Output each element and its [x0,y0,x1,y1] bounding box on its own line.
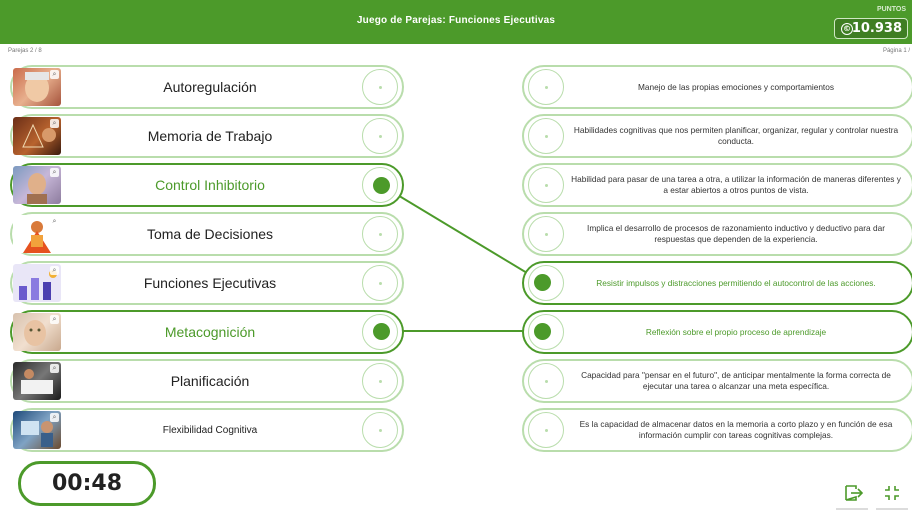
exit-icon [845,485,864,501]
definition-text: Es la capacidad de almacenar datos en la… [579,419,893,440]
concept-card-planificacion[interactable]: ⌕ Planificación [10,359,404,403]
definition-text: Reflexión sobre el propio proceso de apr… [645,326,827,337]
definition-text: Habilidades cognitivas que nos permiten … [573,125,899,146]
connector-dot-definition-5[interactable] [534,274,551,291]
zoom-icon[interactable]: ⌕ [50,266,59,275]
zoom-icon[interactable]: ⌕ [50,315,59,324]
definition-text: Resistir impulsos y distracciones permit… [596,277,876,288]
points-label: PUNTOS [876,6,906,13]
concept-card-metacognicion[interactable]: ⌕ Metacognición [10,310,404,354]
connector-knob[interactable] [528,216,564,252]
connector-dot-control-inhibitorio[interactable] [373,177,390,194]
collapse-button[interactable] [876,478,908,510]
definition-card-6[interactable]: Reflexión sobre el propio proceso de apr… [522,310,912,354]
concept-card-memoria-de-trabajo[interactable]: ⌕ Memoria de Trabajo [10,114,404,158]
concept-card-toma-de-decisiones[interactable]: ⌕ Toma de Decisiones [10,212,404,256]
points-badge: © 10.938 [834,18,908,39]
collapse-icon [885,486,899,500]
concept-card-control-inhibitorio[interactable]: ⌕ Control Inhibitorio [10,163,404,207]
connector-knob[interactable] [362,412,398,448]
header-bar: Juego de Parejas: Funciones Ejecutivas P… [0,0,912,44]
game-title: Juego de Parejas: Funciones Ejecutivas [356,15,556,26]
concept-image[interactable]: ⌕ [13,68,61,106]
concept-card-funciones-ejecutivas[interactable]: ⌕ Funciones Ejecutivas [10,261,404,305]
concept-label: Planificación [170,373,250,389]
concept-image[interactable]: ⌕ [13,411,61,449]
zoom-icon[interactable]: ⌕ [50,168,59,177]
definition-card-3[interactable]: Habilidad para pasar de una tarea a otra… [522,163,912,207]
definition-card-4[interactable]: Implica el desarrollo de procesos de raz… [522,212,912,256]
connector-knob[interactable] [528,69,564,105]
definition-card-1[interactable]: Manejo de las propias emociones y compor… [522,65,912,109]
connector-dot-definition-6[interactable] [534,323,551,340]
concept-label: Memoria de Trabajo [147,128,273,144]
zoom-icon[interactable]: ⌕ [50,413,59,422]
definition-card-5[interactable]: Resistir impulsos y distracciones permit… [522,261,912,305]
countdown-timer: 00:48 [18,461,156,506]
connector-knob[interactable] [362,118,398,154]
connector-knob[interactable] [362,216,398,252]
zoom-icon[interactable]: ⌕ [50,364,59,373]
points-value: 10.938 [851,21,902,36]
concept-card-flexibilidad-cognitiva[interactable]: ⌕ Flexibilidad Cognitiva [10,408,404,452]
connector-knob[interactable] [528,118,564,154]
concept-image[interactable]: ⌕ [13,117,61,155]
concept-label: Flexibilidad Cognitiva [162,425,258,436]
definition-card-8[interactable]: Es la capacidad de almacenar datos en la… [522,408,912,452]
definition-card-2[interactable]: Habilidades cognitivas que nos permiten … [522,114,912,158]
concept-card-autoregulacion[interactable]: ⌕ Autoregulación [10,65,404,109]
coin-icon: © [841,23,853,35]
connector-knob[interactable] [362,265,398,301]
definition-card-7[interactable]: Capacidad para "pensar en el futuro", de… [522,359,912,403]
connector-knob[interactable] [528,412,564,448]
match-line-control-inhibitorio [380,184,543,283]
definition-text: Capacidad para "pensar en el futuro", de… [581,370,891,391]
pairs-counter: Parejas 2 / 8 [8,48,42,54]
connector-knob[interactable] [362,69,398,105]
concept-label: Toma de Decisiones [146,226,274,242]
concept-label: Autoregulación [163,79,257,95]
connector-dot-metacognicion[interactable] [373,323,390,340]
page-counter: Página 1 / [882,48,910,54]
concept-image[interactable]: ⌕ [13,264,61,302]
connector-knob[interactable] [528,363,564,399]
connector-knob[interactable] [362,363,398,399]
connector-knob[interactable] [528,167,564,203]
exit-button[interactable] [836,478,868,510]
concept-image[interactable]: ⌕ [13,166,61,204]
concept-image[interactable]: ⌕ [13,362,61,400]
concept-label: Metacognición [164,324,256,340]
zoom-icon[interactable]: ⌕ [50,119,59,128]
zoom-icon[interactable]: ⌕ [50,217,59,226]
concept-label: Funciones Ejecutivas [143,275,277,291]
zoom-icon[interactable]: ⌕ [50,70,59,79]
concept-image[interactable]: ⌕ [13,313,61,351]
definition-text: Manejo de las propias emociones y compor… [638,81,834,92]
concept-image[interactable]: ⌕ [13,215,61,253]
concept-label: Control Inhibitorio [155,177,265,193]
definition-text: Habilidad para pasar de una tarea a otra… [571,174,901,195]
definition-text: Implica el desarrollo de procesos de raz… [587,223,885,244]
